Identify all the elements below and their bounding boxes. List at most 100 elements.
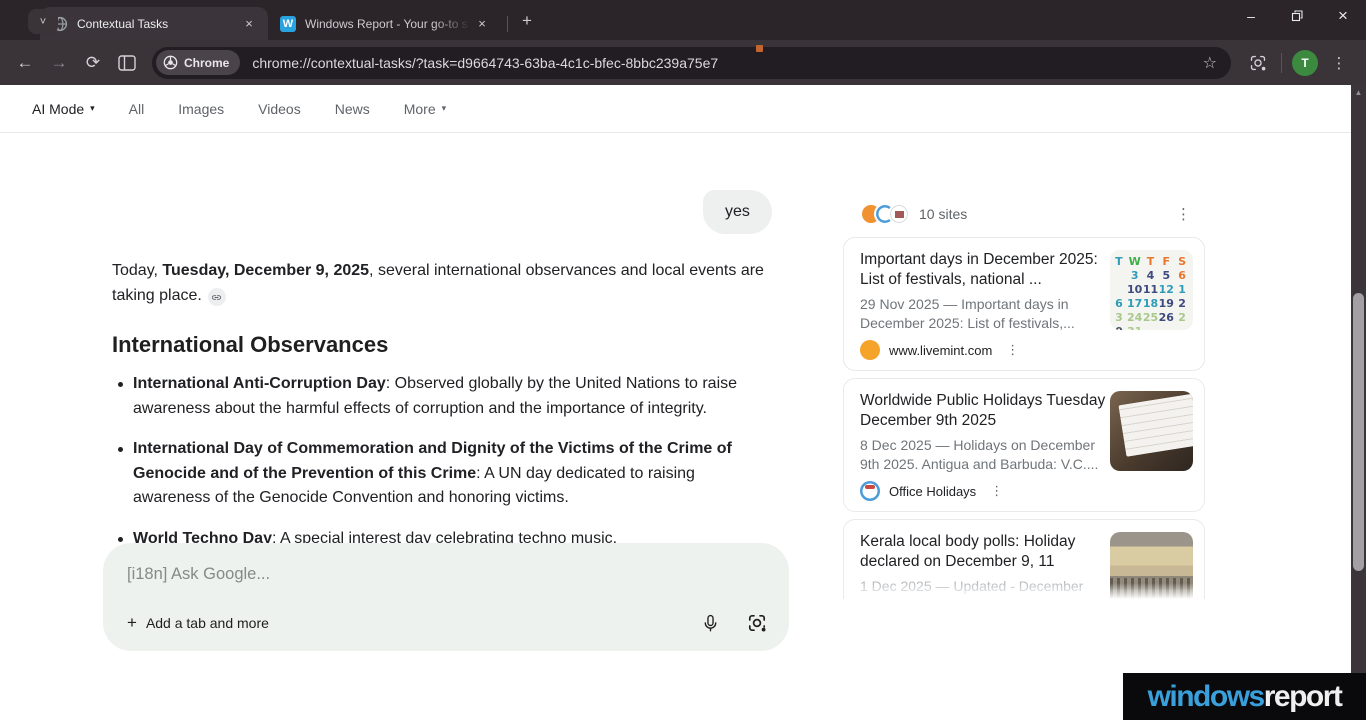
ask-box-icons — [701, 613, 767, 633]
citation-link-icon[interactable] — [208, 288, 226, 306]
card-source-row: Office Holidays ⋮ — [860, 481, 1110, 501]
card-title[interactable]: Worldwide Public Holidays Tuesday Decemb… — [860, 391, 1110, 431]
watermark-part1: windows — [1148, 680, 1264, 714]
side-panel-icon[interactable] — [110, 46, 144, 80]
tab-contextual-tasks[interactable]: Contextual Tasks × — [40, 7, 268, 40]
card-title[interactable]: Kerala local body polls: Holiday declare… — [860, 532, 1110, 572]
close-tab-icon[interactable]: × — [473, 15, 491, 33]
scrollbar-thumb[interactable] — [1353, 293, 1364, 571]
page-scrollbar[interactable]: ▲ — [1351, 85, 1366, 720]
chrome-logo-icon — [163, 55, 178, 70]
card-text: Kerala local body polls: Holiday declare… — [860, 532, 1110, 589]
nav-label: AI Mode — [32, 101, 84, 117]
microphone-icon[interactable] — [701, 614, 720, 633]
tab-ai-mode[interactable]: AI Mode ▾ — [32, 101, 95, 117]
tab-strip: ˅ Contextual Tasks × W Windows Report - … — [0, 0, 1366, 40]
news-favicon-icon — [888, 203, 910, 225]
chevron-down-icon: ▾ — [442, 103, 447, 114]
card-source-name[interactable]: www.livemint.com — [889, 343, 992, 358]
add-tab-label: Add a tab and more — [146, 615, 269, 631]
livemint-favicon-icon — [860, 340, 880, 360]
search-nav-bar: AI Mode ▾ All Images Videos News More ▾ — [0, 85, 1351, 133]
ask-input-placeholder: [i18n] Ask Google... — [127, 565, 765, 584]
card-title[interactable]: Important days in December 2025: List of… — [860, 250, 1110, 290]
intro-date: Tuesday, December 9, 2025 — [162, 262, 369, 279]
user-message-bubble: yes — [703, 190, 772, 234]
card-snippet: 29 Nov 2025 — Important days in December… — [860, 295, 1110, 332]
toolbar-separator — [1281, 53, 1282, 73]
chevron-down-icon: ▾ — [90, 103, 95, 114]
desk-calendar-thumbnail[interactable] — [1110, 391, 1193, 471]
browser-chrome: ˅ Contextual Tasks × W Windows Report - … — [0, 0, 1366, 85]
chrome-chip[interactable]: Chrome — [156, 50, 240, 75]
chevron-down-icon: ˅ — [40, 16, 46, 28]
tab-title: Contextual Tasks — [77, 17, 240, 31]
back-button[interactable]: ← — [8, 46, 42, 80]
tab-windows-report[interactable]: W Windows Report - Your go-to s × — [268, 7, 501, 40]
tab-search-button[interactable]: ˅ — [28, 9, 58, 34]
browser-toolbar: ← → ⟳ Chrome chrome://contextual-tasks/?… — [0, 40, 1366, 85]
lens-search-icon[interactable] — [1241, 46, 1275, 80]
sources-header[interactable]: 10 sites ⋮ — [843, 197, 1205, 230]
lens-camera-icon[interactable] — [747, 613, 767, 633]
card-fade-overlay — [844, 583, 1204, 599]
address-bar[interactable]: Chrome chrome://contextual-tasks/?task=d… — [152, 47, 1231, 79]
chrome-chip-label: Chrome — [184, 56, 229, 70]
plus-icon: + — [127, 613, 137, 633]
restore-button[interactable] — [1274, 0, 1320, 32]
url-text[interactable]: chrome://contextual-tasks/?task=d9664743… — [252, 55, 1198, 71]
scroll-up-icon[interactable]: ▲ — [1351, 88, 1366, 97]
nav-label: More — [404, 101, 436, 117]
calendar-thumbnail[interactable]: TWTFS345610111216171819232425262031 — [1110, 250, 1193, 330]
browser-menu-icon[interactable]: ⋮ — [1322, 46, 1356, 80]
source-card-kerala[interactable]: Kerala local body polls: Holiday declare… — [843, 519, 1205, 599]
tab-news[interactable]: News — [335, 101, 370, 117]
close-window-button[interactable]: × — [1320, 0, 1366, 32]
card-text: Important days in December 2025: List of… — [860, 250, 1110, 360]
intro-prefix: Today, — [112, 262, 162, 279]
source-favicons — [860, 203, 910, 225]
list-item: International Anti-Corruption Day: Obser… — [112, 372, 764, 421]
ask-google-input[interactable]: [i18n] Ask Google... + Add a tab and mor… — [103, 543, 789, 651]
source-card-livemint[interactable]: Important days in December 2025: List of… — [843, 237, 1205, 371]
reload-button[interactable]: ⟳ — [76, 46, 110, 80]
card-source-name[interactable]: Office Holidays — [889, 484, 976, 499]
bookmark-star-icon[interactable]: ☆ — [1199, 53, 1221, 73]
list-item: International Day of Commemoration and D… — [112, 437, 764, 511]
new-tab-button[interactable]: + — [514, 8, 540, 34]
tab-images[interactable]: Images — [178, 101, 224, 117]
forward-button[interactable]: → — [42, 46, 76, 80]
nav-label: All — [129, 101, 145, 117]
close-tab-icon[interactable]: × — [240, 15, 258, 33]
source-card-officeholidays[interactable]: Worldwide Public Holidays Tuesday Decemb… — [843, 378, 1205, 512]
observances-list: International Anti-Corruption Day: Obser… — [112, 372, 764, 567]
windows-report-favicon: W — [280, 16, 296, 32]
tab-divider — [507, 16, 508, 32]
officeholidays-favicon-icon — [860, 481, 880, 501]
window-controls: – × — [1228, 0, 1366, 32]
nav-label: Images — [178, 101, 224, 117]
tab-more[interactable]: More ▾ — [404, 101, 446, 117]
watermark-part2: report — [1264, 680, 1342, 714]
card-menu-icon[interactable]: ⋮ — [990, 483, 1003, 499]
sources-menu-icon[interactable]: ⋮ — [1170, 205, 1197, 223]
card-text: Worldwide Public Holidays Tuesday Decemb… — [860, 391, 1110, 501]
sites-count-label: 10 sites — [919, 206, 967, 222]
sources-sidebar: 10 sites ⋮ Important days in December 20… — [843, 197, 1205, 599]
tab-title-fade — [433, 7, 471, 40]
tab-videos[interactable]: Videos — [258, 101, 301, 117]
add-tab-button[interactable]: + Add a tab and more — [127, 613, 269, 633]
section-heading: International Observances — [112, 332, 388, 358]
calendar-thumbnail-grid: TWTFS345610111216171819232425262031 — [1111, 255, 1190, 330]
ai-intro-paragraph: Today, Tuesday, December 9, 2025, severa… — [112, 259, 780, 308]
tab-all[interactable]: All — [129, 101, 145, 117]
minimize-button[interactable]: – — [1228, 0, 1274, 32]
nav-label: News — [335, 101, 370, 117]
observance-term: International Anti-Corruption Day — [133, 375, 386, 392]
card-snippet: 8 Dec 2025 — Holidays on December 9th 20… — [860, 436, 1110, 473]
card-source-row: www.livemint.com ⋮ — [860, 340, 1110, 360]
card-menu-icon[interactable]: ⋮ — [1006, 342, 1019, 358]
profile-avatar[interactable]: T — [1292, 50, 1318, 76]
ask-box-toolbar: + Add a tab and more — [127, 613, 767, 633]
windowsreport-watermark: windowsreport — [1123, 673, 1366, 720]
